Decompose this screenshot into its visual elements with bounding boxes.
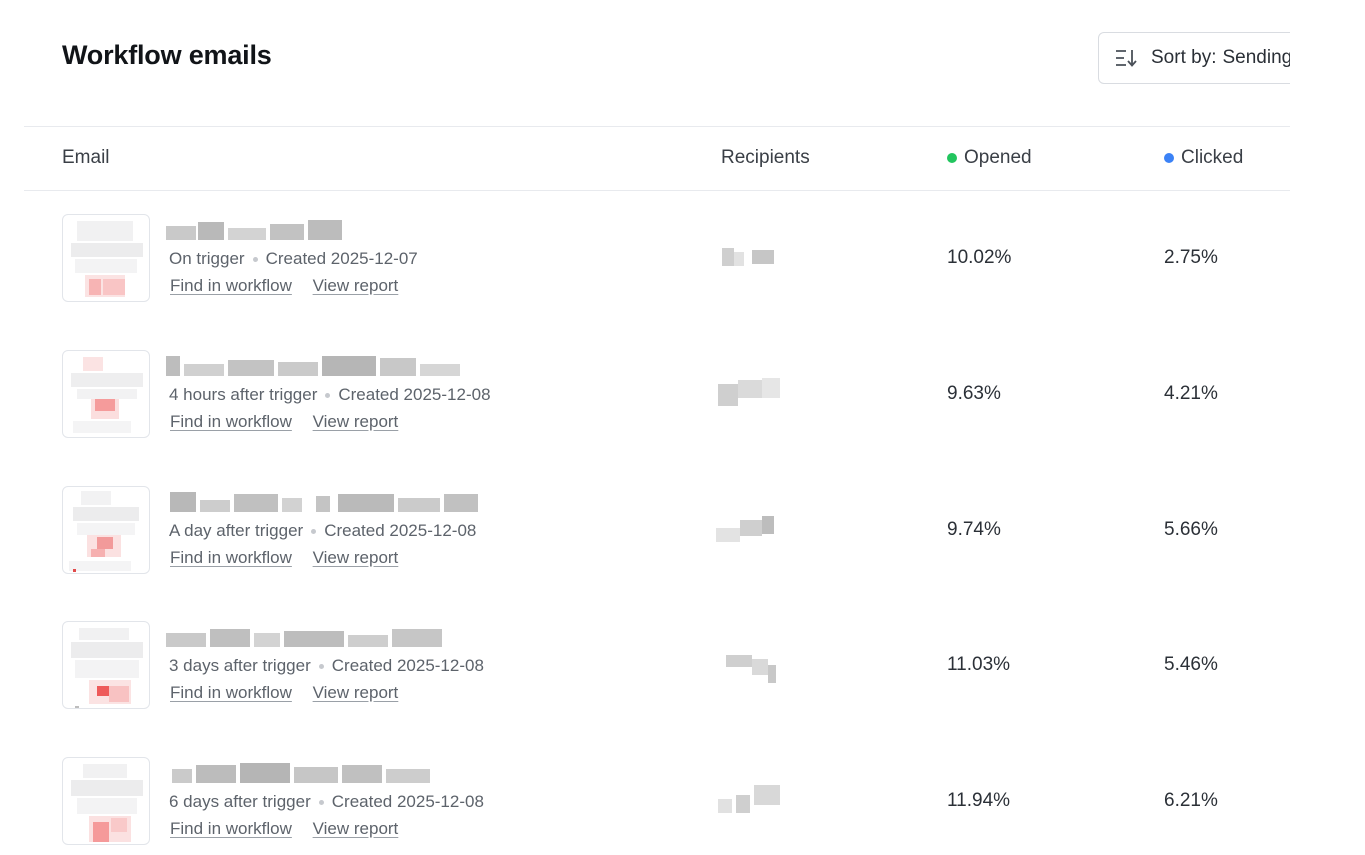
email-created-date: Created 2025-12-08	[338, 385, 491, 404]
workflow-emails-panel: Workflow emails Sort by: Sending order E…	[0, 0, 1290, 855]
email-subject-redacted	[166, 354, 466, 380]
find-in-workflow-link[interactable]: Find in workflow	[170, 819, 292, 838]
separator-dot	[311, 528, 317, 534]
email-timing: 3 days after trigger	[169, 656, 311, 675]
email-preview-thumbnail[interactable]	[62, 486, 150, 574]
email-meta: A day after trigger Created 2025-12-08	[169, 521, 476, 541]
table-row[interactable]: A day after trigger Created 2025-12-08 F…	[0, 486, 1290, 582]
column-header-label: Recipients	[721, 147, 810, 168]
clicked-rate: 6.21%	[1164, 790, 1218, 811]
email-links: Find in workflow View report	[170, 819, 414, 839]
sort-value: Sending order	[1222, 47, 1290, 68]
clicked-status-dot	[1164, 153, 1174, 163]
clicked-rate: 5.66%	[1164, 519, 1218, 540]
view-report-link[interactable]: View report	[313, 819, 399, 838]
clicked-rate: 2.75%	[1164, 247, 1218, 268]
clicked-rate: 5.46%	[1164, 654, 1218, 675]
recipients-count-redacted	[714, 510, 786, 550]
email-timing: 6 days after trigger	[169, 792, 311, 811]
email-created-date: Created 2025-12-07	[265, 249, 418, 268]
find-in-workflow-link[interactable]: Find in workflow	[170, 412, 292, 431]
column-header-recipients: Recipients	[721, 147, 810, 169]
email-preview-image	[71, 764, 143, 842]
email-links: Find in workflow View report	[170, 412, 414, 432]
view-report-link[interactable]: View report	[313, 683, 399, 702]
opened-rate: 9.63%	[947, 383, 1001, 404]
email-preview-image	[71, 221, 143, 297]
email-meta: 4 hours after trigger Created 2025-12-08	[169, 385, 491, 405]
email-meta: 6 days after trigger Created 2025-12-08	[169, 792, 484, 812]
column-header-label: Email	[62, 147, 110, 168]
email-preview-thumbnail[interactable]	[62, 757, 150, 845]
sort-button[interactable]: Sort by: Sending order	[1098, 32, 1290, 84]
column-header-opened: Opened	[947, 147, 1032, 169]
email-preview-image	[71, 628, 143, 708]
email-timing: A day after trigger	[169, 521, 304, 540]
email-timing: 4 hours after trigger	[169, 385, 318, 404]
separator-dot	[318, 663, 324, 669]
email-links: Find in workflow View report	[170, 548, 414, 568]
view-report-link[interactable]: View report	[313, 276, 399, 295]
recipients-count-redacted	[714, 781, 786, 821]
separator-dot	[318, 799, 324, 805]
sort-descending-icon	[1116, 50, 1137, 67]
find-in-workflow-link[interactable]: Find in workflow	[170, 276, 292, 295]
opened-rate: 9.74%	[947, 519, 1001, 540]
email-meta: On trigger Created 2025-12-07	[169, 249, 418, 269]
table-header-divider	[24, 190, 1290, 191]
email-timing: On trigger	[169, 249, 245, 268]
recipients-count-redacted	[714, 645, 786, 685]
header-divider	[24, 126, 1290, 127]
column-header-label: Clicked	[1181, 147, 1244, 168]
separator-dot	[252, 256, 258, 262]
email-preview-thumbnail[interactable]	[62, 350, 150, 438]
email-subject-redacted	[166, 490, 486, 516]
email-preview-image	[71, 357, 143, 433]
email-links: Find in workflow View report	[170, 276, 414, 296]
email-links: Find in workflow View report	[170, 683, 414, 703]
email-created-date: Created 2025-12-08	[331, 656, 484, 675]
sort-label: Sort by:	[1151, 47, 1217, 68]
column-header-label: Opened	[964, 147, 1032, 168]
recipients-count-redacted	[714, 374, 786, 414]
opened-rate: 10.02%	[947, 247, 1012, 268]
email-preview-thumbnail[interactable]	[62, 214, 150, 302]
column-header-email: Email	[62, 147, 110, 169]
email-preview-image	[69, 491, 139, 572]
email-created-date: Created 2025-12-08	[324, 521, 477, 540]
email-meta: 3 days after trigger Created 2025-12-08	[169, 656, 484, 676]
email-subject-redacted	[166, 625, 456, 651]
table-row[interactable]: 6 days after trigger Created 2025-12-08 …	[0, 757, 1290, 853]
view-report-link[interactable]: View report	[313, 412, 399, 431]
clicked-rate: 4.21%	[1164, 383, 1218, 404]
table-row[interactable]: 3 days after trigger Created 2025-12-08 …	[0, 621, 1290, 717]
email-subject-redacted	[166, 218, 346, 244]
recipients-count-redacted	[714, 238, 786, 278]
view-report-link[interactable]: View report	[313, 548, 399, 567]
email-created-date: Created 2025-12-08	[331, 792, 484, 811]
email-preview-thumbnail[interactable]	[62, 621, 150, 709]
table-row[interactable]: 4 hours after trigger Created 2025-12-08…	[0, 350, 1290, 446]
opened-rate: 11.94%	[947, 790, 1011, 811]
separator-dot	[325, 392, 331, 398]
page-title: Workflow emails	[62, 40, 272, 70]
email-subject-redacted	[166, 761, 436, 787]
opened-rate: 11.03%	[947, 654, 1011, 675]
column-header-clicked: Clicked	[1164, 147, 1243, 169]
find-in-workflow-link[interactable]: Find in workflow	[170, 548, 292, 567]
find-in-workflow-link[interactable]: Find in workflow	[170, 683, 292, 702]
opened-status-dot	[947, 153, 957, 163]
table-row[interactable]: On trigger Created 2025-12-07 Find in wo…	[0, 214, 1290, 310]
